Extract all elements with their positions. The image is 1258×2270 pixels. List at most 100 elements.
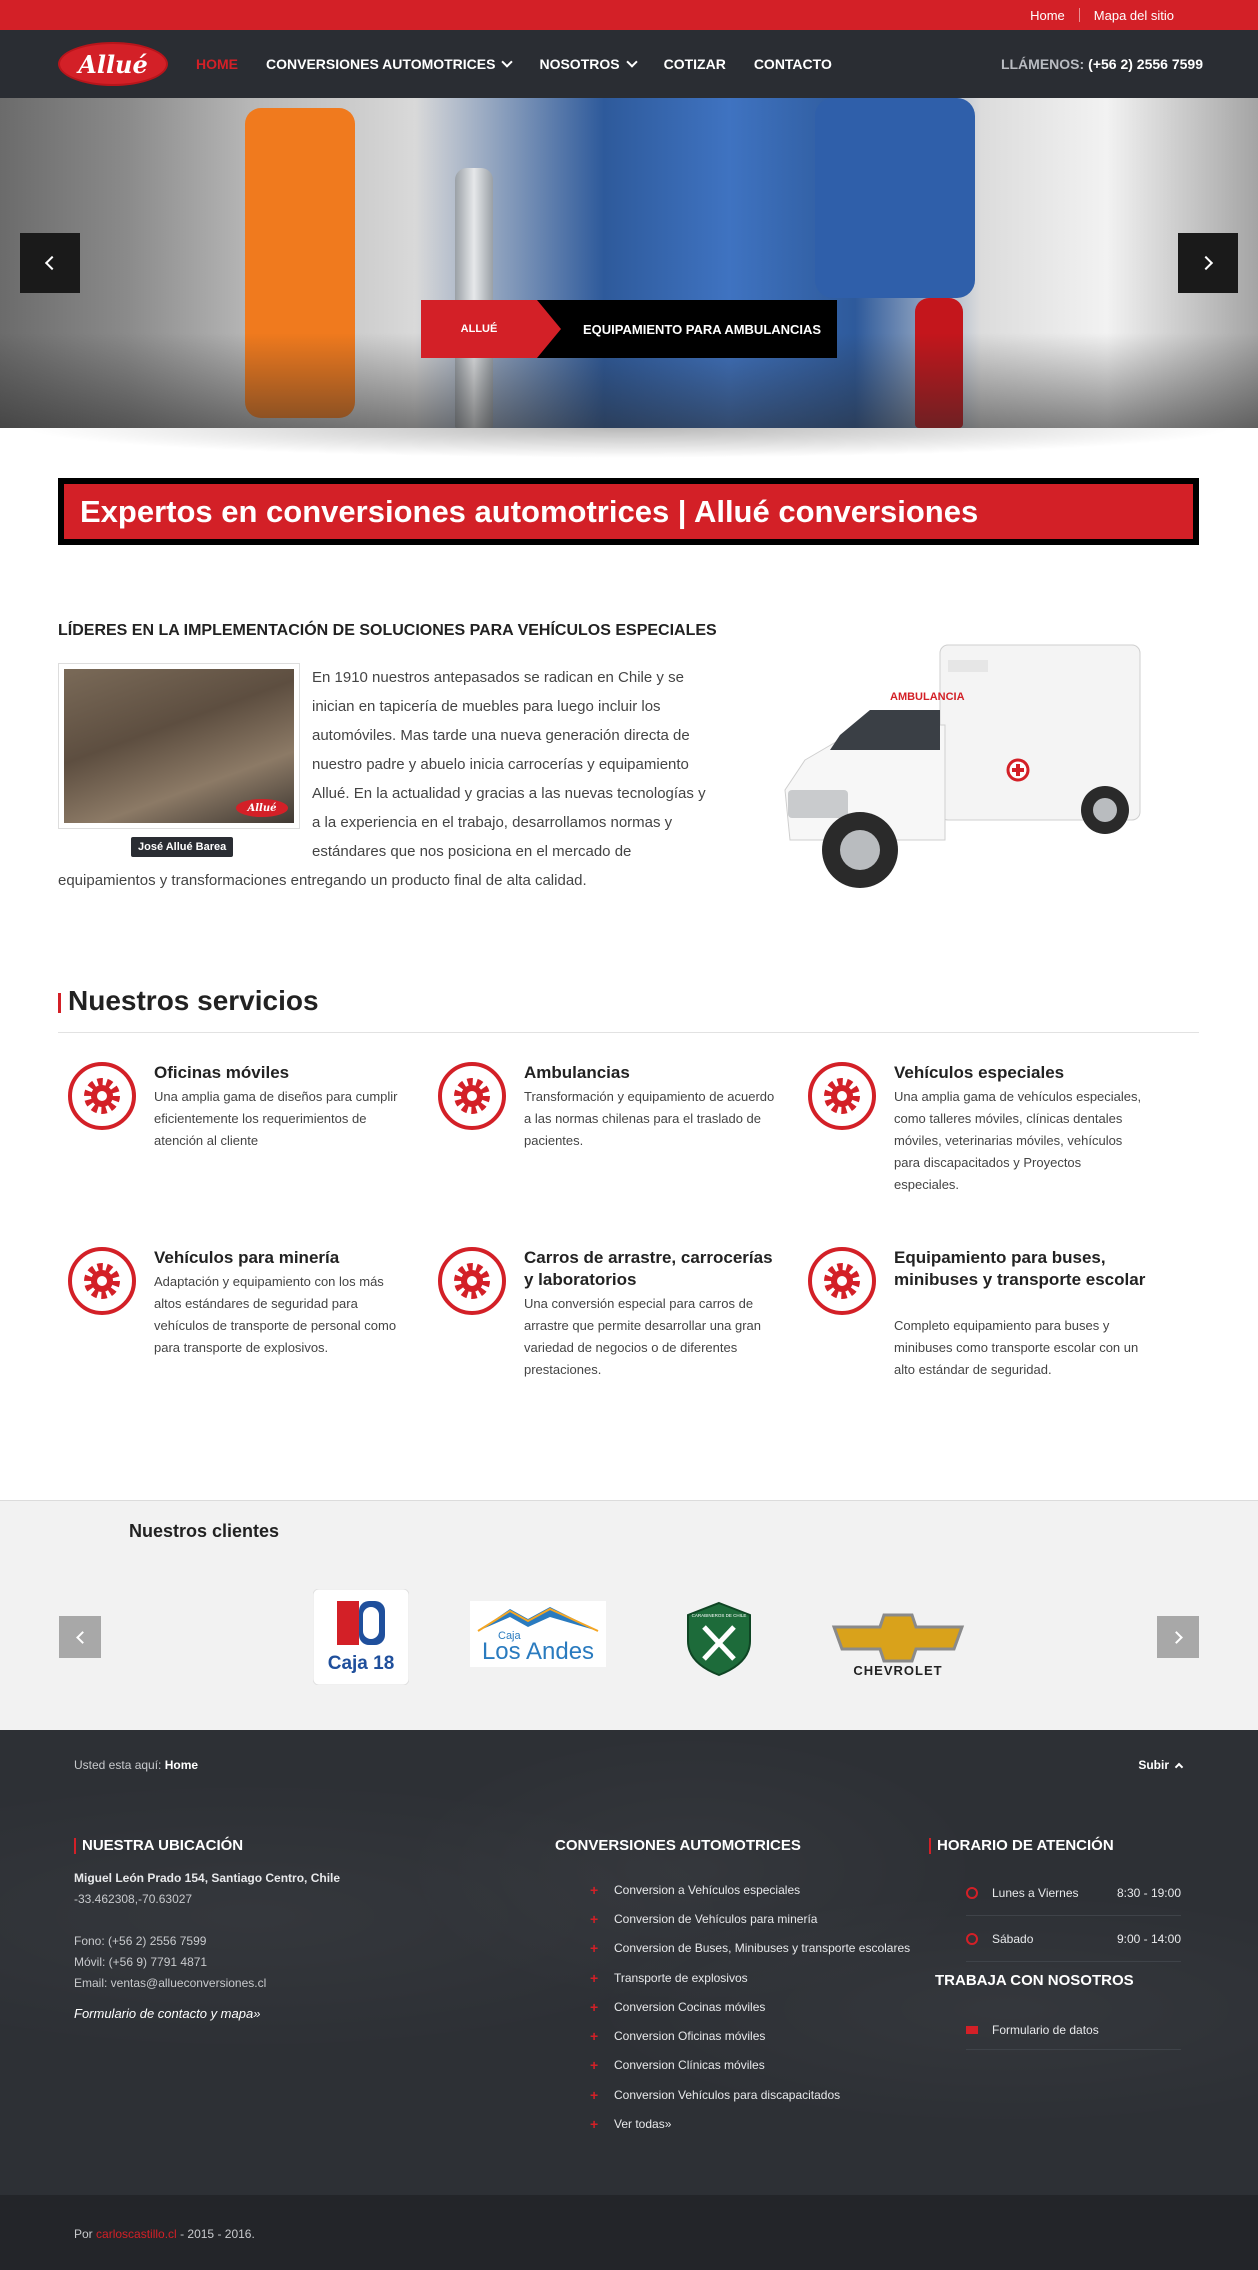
services-title: Nuestros servicios — [68, 985, 319, 1016]
hero-slider — [0, 98, 1258, 428]
service-item[interactable]: Oficinas móviles Una amplia gama de dise… — [58, 1062, 403, 1212]
main-nav: HOME CONVERSIONES AUTOMOTRICES NOSOTROS … — [196, 30, 860, 98]
top-link-home[interactable]: Home — [1016, 8, 1079, 23]
footer-link[interactable]: + Conversion a Vehículos especiales — [590, 1875, 910, 1904]
slider-next-button[interactable] — [1178, 233, 1238, 293]
chevron-down-icon — [625, 55, 638, 68]
copyright-bar: Por carloscastillo.cl - 2015 - 2016. — [0, 2195, 1258, 2270]
footer-link-label: Conversion a Vehículos especiales — [614, 1882, 801, 1897]
plus-icon: + — [590, 1940, 599, 1957]
plus-icon: + — [590, 2028, 599, 2045]
service-item[interactable]: Equipamiento para buses, minibuses y tra… — [798, 1247, 1145, 1397]
hours-day: Lunes a Viernes — [992, 1885, 1079, 1900]
gear-icon — [68, 1062, 136, 1130]
nav-item-conversiones[interactable]: CONVERSIONES AUTOMOTRICES — [266, 55, 514, 72]
footer-link[interactable]: + Conversion Vehículos para discapacitado… — [590, 2080, 910, 2109]
service-desc: Transformación y equipamiento de acuerdo… — [524, 1089, 775, 1148]
client-logo-text: Los Andes — [482, 1638, 594, 1665]
service-item[interactable]: Ambulancias Transformación y equipamient… — [428, 1062, 774, 1212]
footer-link[interactable]: + Conversion Oficinas móviles — [590, 2021, 910, 2050]
footer-link-label: Conversion Clínicas móviles — [614, 2058, 765, 2073]
chevron-up-icon — [1174, 1762, 1184, 1772]
service-title: Carros de arrastre, carrocerías y labora… — [524, 1248, 773, 1289]
service-item[interactable]: Vehículos especiales Una amplia gama de … — [798, 1062, 1143, 1212]
chevron-left-icon — [44, 255, 60, 271]
portrait-photo: Allué — [64, 669, 294, 823]
breadcrumb-current[interactable]: Home — [165, 1758, 198, 1772]
footer-link[interactable]: + Ver todas» — [590, 2109, 910, 2138]
portrait-caption: José Allué Barea — [131, 837, 234, 857]
plus-icon: + — [590, 2057, 599, 2074]
nav-item-nosotros[interactable]: NOSOTROS — [539, 55, 638, 72]
footer-link-label: Conversion Vehículos para discapacitados — [614, 2087, 841, 2102]
chevron-right-icon — [1198, 255, 1214, 271]
footer-location-coords: -33.462308,-70.63027 — [74, 1892, 193, 1906]
top-link-sitemap[interactable]: Mapa del sitio — [1080, 8, 1188, 23]
footer-link[interactable]: + Conversion Cocinas móviles — [590, 1992, 910, 2021]
site-logo[interactable]: Allué — [58, 42, 168, 86]
service-desc: Una amplia gama de vehículos especiales,… — [894, 1089, 1142, 1192]
footer-location-address: Miguel León Prado 154, Santiago Centro, … — [74, 1868, 340, 1889]
footer-link[interactable]: + Conversion de Buses, Minibuses y transp… — [590, 1934, 910, 1963]
nav-item-cotizar[interactable]: COTIZAR — [664, 56, 726, 72]
plus-icon: + — [590, 1910, 599, 1927]
author-link[interactable]: carloscastillo.cl — [96, 2227, 177, 2241]
banner-text: Expertos en conversiones automotrices | … — [64, 484, 1193, 539]
breadcrumb: Usted esta aquí: Home — [74, 1758, 198, 1772]
contact-link-text: Formulario de contacto y mapa» — [74, 2006, 261, 2021]
slide-caption: ALLUÉ EQUIPAMIENTO PARA AMBULANCIAS — [421, 300, 837, 358]
footer-conversions-list: + Conversion a Vehículos especiales + Conv… — [590, 1875, 910, 2139]
footer-link[interactable]: + Transporte de explosivos — [590, 1963, 910, 1992]
service-title: Vehículos para minería — [154, 1248, 340, 1267]
call-number[interactable]: (+56 2) 2556 7599 — [1088, 56, 1203, 72]
plus-icon: + — [590, 1881, 599, 1898]
back-to-top-button[interactable]: Subir — [1138, 1758, 1184, 1772]
service-desc: Completo equipamiento para buses y minib… — [894, 1318, 1139, 1377]
client-logo-caja18[interactable]: Caja 18 — [313, 1589, 409, 1685]
nav-item-home[interactable]: HOME — [196, 56, 238, 72]
copyright-text: Por carloscastillo.cl - 2015 - 2016. — [74, 2227, 255, 2241]
nav-label: CONVERSIONES AUTOMOTRICES — [266, 56, 496, 72]
jobs-form-label: Formulario de datos — [992, 2022, 1099, 2037]
footer-contact-form-link[interactable]: Formulario de contacto y mapa» — [74, 2003, 260, 2025]
footer-email[interactable]: Email: ventas@allueconversiones.cl — [74, 1973, 266, 1994]
caption-brand: ALLUÉ — [421, 300, 561, 358]
service-item[interactable]: Carros de arrastre, carrocerías y labora… — [428, 1247, 773, 1397]
service-item[interactable]: Vehículos para minería Adaptación y equi… — [58, 1247, 403, 1397]
back-to-top-label: Subir — [1138, 1758, 1169, 1772]
caption-title: EQUIPAMIENTO PARA AMBULANCIAS — [537, 300, 837, 358]
clock-icon — [966, 1886, 978, 1899]
footer-link[interactable]: + Conversion de Vehículos para minería — [590, 1904, 910, 1933]
client-logo-chevrolet[interactable]: CHEVROLET — [830, 1609, 966, 1677]
section-accent-bar — [58, 993, 61, 1013]
clients-prev-button[interactable] — [59, 1616, 101, 1658]
footer-link[interactable]: + Conversion Clínicas móviles — [590, 2051, 910, 2080]
plus-icon: + — [590, 2116, 599, 2133]
site-footer: Usted esta aquí: Home Subir NUESTRA UBIC… — [0, 1730, 1258, 2195]
intro-title: LÍDERES EN LA IMPLEMENTACIÓN DE SOLUCION… — [58, 622, 717, 639]
hours-time: 9:00 - 14:00 — [1116, 1931, 1181, 1946]
hero-shadow — [20, 428, 1238, 458]
portrait-stamp: Allué — [236, 799, 288, 817]
client-logo-carabineros[interactable]: CARABINEROS DE CHILE — [684, 1601, 754, 1677]
service-title: Oficinas móviles — [154, 1063, 290, 1082]
address-text: Miguel León Prado 154, Santiago Centro, … — [74, 1871, 341, 1885]
service-title: Equipamiento para buses, minibuses y tra… — [894, 1248, 1146, 1289]
slider-prev-button[interactable] — [20, 233, 80, 293]
service-desc: Adaptación y equipamiento con los más al… — [154, 1274, 397, 1355]
gear-icon — [808, 1062, 876, 1130]
clients-section: Nuestros clientes Caja 18 Caja Los Andes… — [0, 1500, 1258, 1730]
hours-day: Sábado — [992, 1931, 1034, 1946]
chevron-left-icon — [75, 1630, 89, 1644]
footer-hours-title: HORARIO DE ATENCIÓN — [929, 1838, 1114, 1854]
footer-phone: Fono: (+56 2) 2556 7599 — [74, 1934, 207, 1948]
top-bar: Home Mapa del sitio — [0, 0, 1258, 30]
clients-next-button[interactable] — [1157, 1616, 1199, 1658]
client-logo-los-andes[interactable]: Caja Los Andes — [470, 1601, 606, 1667]
breadcrumb-label: Usted esta aquí: — [74, 1758, 162, 1772]
footer-jobs-title: TRABAJA CON NOSOTROS — [935, 1972, 1134, 1989]
nav-item-contacto[interactable]: CONTACTO — [754, 56, 832, 72]
jobs-form-link[interactable]: Formulario de datos — [966, 2010, 1181, 2050]
plus-icon: + — [590, 2086, 599, 2103]
call-label: LLÁMENOS: — [1000, 56, 1085, 72]
